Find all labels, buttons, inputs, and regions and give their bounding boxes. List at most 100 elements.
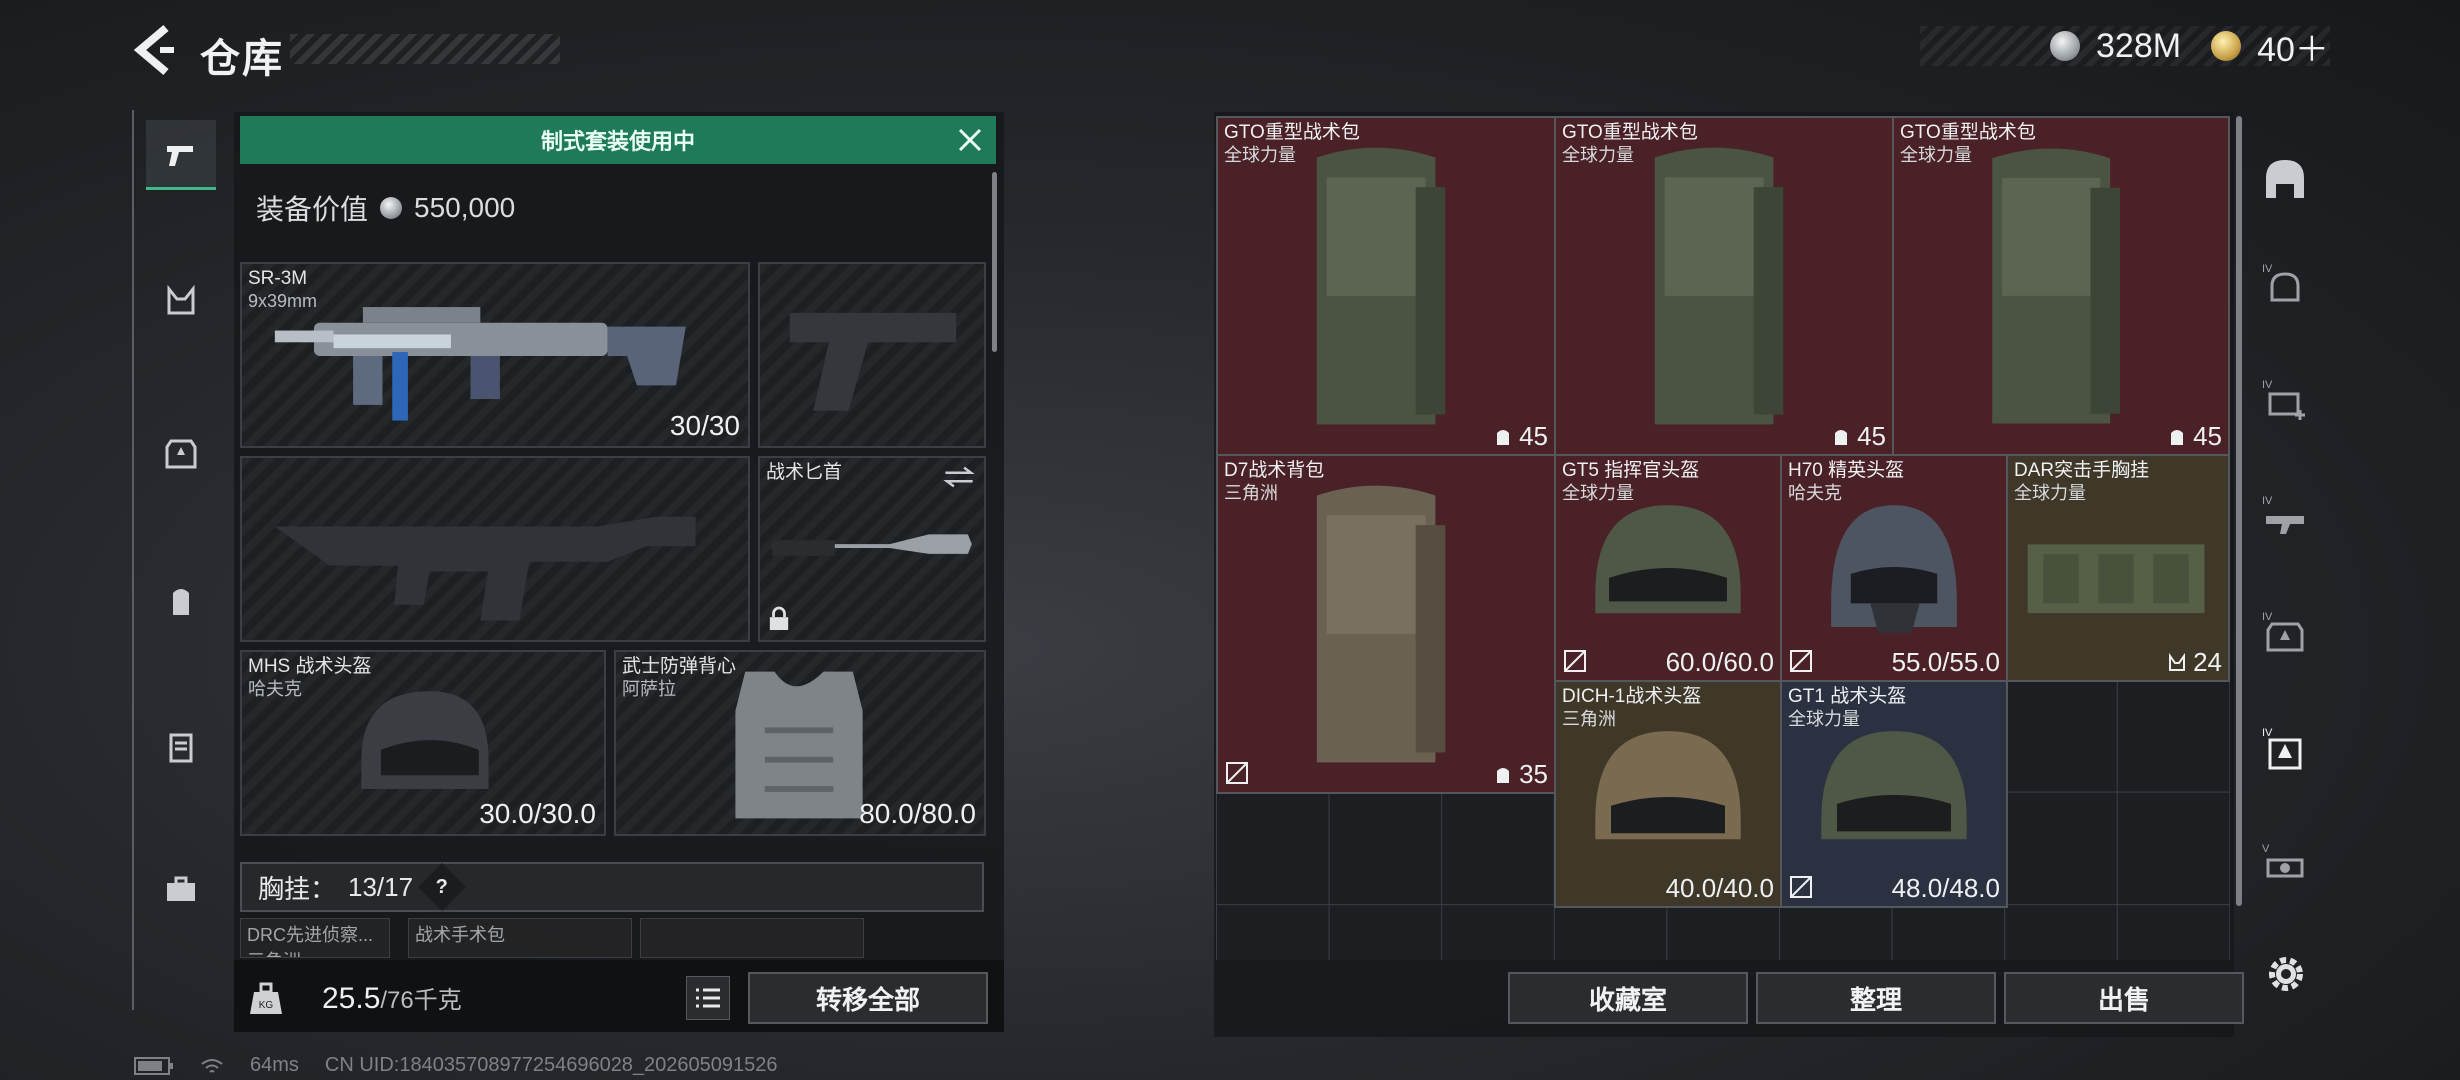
storage-item[interactable]: H70 精英头盔 哈夫克 55.0/55.0 bbox=[1780, 454, 2008, 682]
small-slot-sub: 三角洲 bbox=[247, 947, 383, 957]
equipment-value-amount: 550,000 bbox=[414, 192, 516, 223]
chest-rig-capacity[interactable]: 胸挂： 13/17 ? bbox=[240, 862, 984, 912]
secondary-weapon-slot[interactable] bbox=[758, 262, 986, 448]
back-arrow-icon bbox=[133, 24, 174, 76]
item-durability: 55.0/55.0 bbox=[1891, 647, 2000, 677]
sell-button[interactable]: 出售 bbox=[2004, 972, 2244, 1024]
armor-tab[interactable] bbox=[146, 418, 216, 488]
small-slot-name: 战术手术包 bbox=[415, 925, 505, 945]
storage-item[interactable]: GTO重型战术包 全球力量 45 bbox=[1216, 116, 1556, 456]
backpack-image-icon bbox=[1316, 147, 1446, 425]
iv-medkit-tab[interactable]: IV bbox=[2256, 372, 2314, 430]
item-durability: 60.0/60.0 bbox=[1665, 647, 1774, 677]
armor-icon bbox=[165, 439, 197, 469]
item-name: DICH-1战术头盔 bbox=[1562, 686, 1702, 707]
loadout-scrollbar[interactable] bbox=[992, 172, 997, 352]
svg-text:IV: IV bbox=[2262, 495, 2273, 507]
storage-scrollbar[interactable] bbox=[2236, 116, 2242, 906]
iv-helmet-active-tab[interactable]: IV bbox=[2256, 720, 2314, 778]
iv-armor-tab[interactable]: IV bbox=[2256, 604, 2314, 662]
storage-icon bbox=[2266, 160, 2304, 198]
svg-text:IV: IV bbox=[2262, 379, 2273, 391]
help-icon[interactable]: ? bbox=[418, 862, 467, 912]
item-capacity: 45 bbox=[1831, 421, 1886, 452]
small-slot-1[interactable]: DRC先进侦察... 三角洲 bbox=[240, 918, 390, 958]
armor-slot[interactable]: 武士防弹背心 阿萨拉 80.0/80.0 bbox=[614, 650, 986, 836]
left-category-rail bbox=[132, 110, 224, 1010]
transfer-all-button[interactable]: 转移全部 bbox=[748, 972, 988, 1024]
no-insure-icon bbox=[1790, 876, 1812, 898]
storage-item[interactable]: DAR突击手胸挂 全球力量 24 bbox=[2006, 454, 2230, 682]
storage-tab[interactable] bbox=[2256, 150, 2314, 208]
list-view-button[interactable] bbox=[686, 976, 730, 1020]
storage-item[interactable]: DICH-1战术头盔 三角洲 40.0/40.0 bbox=[1554, 680, 1782, 908]
rifle-placeholder-icon bbox=[274, 516, 696, 621]
armor-durability: 80.0/80.0 bbox=[859, 798, 976, 829]
storage-item[interactable]: GTO重型战术包 全球力量 45 bbox=[1554, 116, 1894, 456]
backpack-image-icon bbox=[1316, 485, 1446, 763]
backpack-tab[interactable] bbox=[146, 566, 216, 636]
chest-rig-label: 胸挂： bbox=[258, 873, 337, 904]
help-glyph: ? bbox=[435, 875, 449, 898]
item-brand: 全球力量 bbox=[1562, 483, 1634, 503]
chest-rig-small-icon bbox=[2169, 652, 2186, 671]
settings-gear-icon[interactable] bbox=[2262, 950, 2310, 998]
silver-currency-value: 328M bbox=[2096, 26, 2182, 65]
helmet-durability: 30.0/30.0 bbox=[479, 798, 596, 829]
svg-text:IV: IV bbox=[2262, 263, 2273, 275]
backpack-small-icon bbox=[1835, 429, 1848, 445]
helmet-slot[interactable]: MHS 战术头盔 哈夫克 30.0/30.0 bbox=[240, 650, 606, 836]
chest-rig-tab[interactable] bbox=[146, 266, 216, 336]
user-uid: CN UID:18403570897725469602​8_2026050915… bbox=[324, 1054, 778, 1076]
status-bar: 64ms CN UID:18403570897725469602​8_20260… bbox=[134, 1054, 778, 1077]
toolbox-icon bbox=[167, 876, 195, 901]
item-capacity-value: 45 bbox=[2193, 421, 2222, 451]
item-capacity-value: 24 bbox=[2193, 647, 2222, 677]
storage-item[interactable]: GT1 战术头盔 全球力量 48.0/48.0 bbox=[1780, 680, 2008, 908]
page-title: 仓库 bbox=[200, 37, 284, 81]
back-button[interactable] bbox=[130, 22, 182, 78]
svg-text:V: V bbox=[2262, 843, 2270, 855]
item-durability: 40.0/40.0 bbox=[1665, 873, 1774, 903]
v-gear-tab[interactable]: V bbox=[2256, 836, 2314, 894]
collection-room-button[interactable]: 收藏室 bbox=[1508, 972, 1748, 1024]
weight-max: /76千克 bbox=[380, 987, 462, 1014]
small-slot-3[interactable] bbox=[640, 918, 864, 958]
iv-medkit-icon: IV bbox=[2262, 379, 2305, 420]
sort-button[interactable]: 整理 bbox=[1756, 972, 1996, 1024]
backpack-image-icon bbox=[1992, 148, 2120, 424]
item-name: DAR突击手胸挂 bbox=[2014, 460, 2150, 481]
secondary-primary-slot[interactable] bbox=[240, 456, 750, 642]
toolbox-tab[interactable] bbox=[146, 854, 216, 924]
gold-coin-icon bbox=[2211, 31, 2242, 61]
storage-item[interactable]: GTO重型战术包 全球力量 45 bbox=[1892, 116, 2230, 456]
item-capacity-value: 45 bbox=[1519, 421, 1548, 451]
pistol-tab[interactable] bbox=[146, 120, 216, 190]
item-brand: 三角洲 bbox=[1224, 483, 1278, 503]
gold-currency-value: 40＋ bbox=[2257, 30, 2329, 69]
iv-helmet-icon: IV bbox=[2262, 263, 2300, 302]
currency-display[interactable]: 328M 40＋ bbox=[1920, 26, 2330, 69]
case-tab[interactable] bbox=[146, 712, 216, 782]
close-icon[interactable] bbox=[954, 124, 986, 156]
loadout-banner: 制式套装使用中 bbox=[240, 116, 996, 164]
knife-slot[interactable]: 战术匕首 bbox=[758, 456, 986, 642]
primary-weapon-slot[interactable]: SR-3M 9x39mm 30/30 bbox=[240, 262, 750, 448]
item-capacity-value: 35 bbox=[1519, 759, 1548, 789]
iv-helmet-tab[interactable]: IV bbox=[2256, 256, 2314, 314]
backpack-small-icon bbox=[2171, 429, 2184, 445]
wifi-icon bbox=[201, 1058, 223, 1073]
loadout-banner-text: 制式套装使用中 bbox=[540, 129, 695, 154]
v-gear-icon: V bbox=[2262, 843, 2304, 878]
silver-coin-icon bbox=[2050, 31, 2080, 61]
storage-item[interactable]: D7战术背包 三角洲 35 bbox=[1216, 454, 1556, 794]
item-name: GTO重型战术包 bbox=[1562, 122, 1698, 143]
item-brand: 全球力量 bbox=[2014, 483, 2086, 503]
small-slot-2[interactable]: 战术手术包 bbox=[408, 918, 632, 958]
item-brand: 哈夫克 bbox=[1788, 483, 1842, 503]
storage-item[interactable]: GT5 指挥官头盔 全球力量 60.0/60.0 bbox=[1554, 454, 1782, 682]
svg-text:KG: KG bbox=[259, 1000, 274, 1011]
weight-readout: 25.5/76千克 bbox=[322, 980, 462, 1016]
iv-rifle-tab[interactable]: IV bbox=[2256, 488, 2314, 546]
item-brand: 全球力量 bbox=[1224, 145, 1296, 165]
